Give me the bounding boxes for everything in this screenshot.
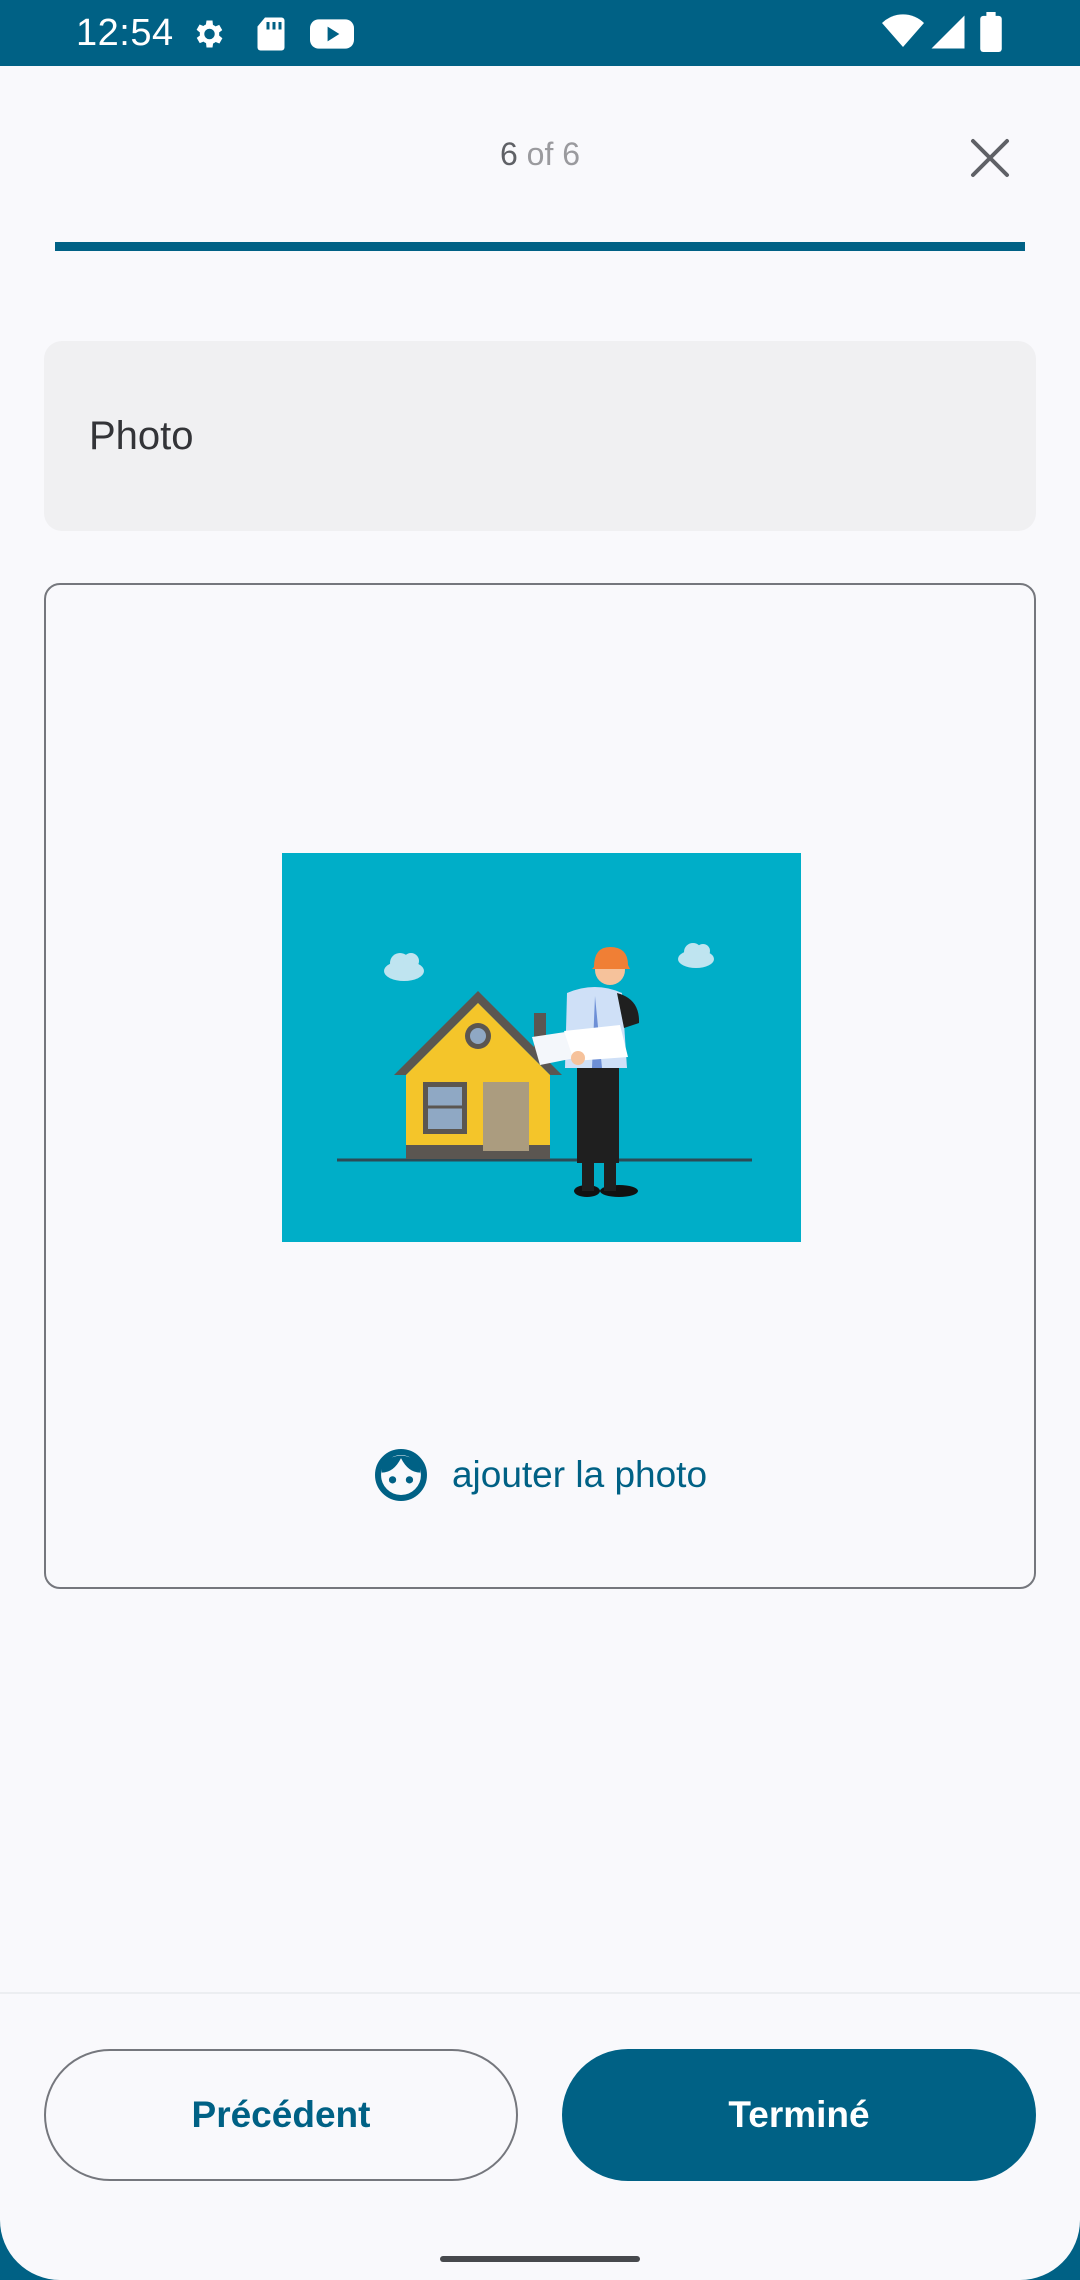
step-separator: of [526, 136, 554, 172]
step-counter: 6 of 6 [0, 136, 1080, 173]
progress-bar [55, 242, 1025, 251]
previous-button[interactable]: Précédent [44, 2049, 518, 2181]
home-indicator[interactable] [440, 2256, 640, 2262]
wifi-icon [882, 14, 924, 55]
add-photo-button[interactable]: ajouter la photo [46, 1440, 1033, 1510]
youtube-icon [310, 16, 354, 57]
footer-divider [0, 1992, 1080, 1994]
battery-icon [980, 12, 1002, 57]
face-icon [374, 1449, 427, 1501]
add-photo-label: ajouter la photo [451, 1454, 708, 1495]
done-button[interactable]: Terminé [562, 2049, 1036, 2181]
sd-card-icon [256, 16, 286, 57]
close-icon [971, 139, 1009, 177]
app-screen: 12:54 6 of 6 Photo ajouter la photo Préc… [0, 0, 1080, 2280]
progress-fill [55, 242, 1025, 251]
question-sheet: 6 of 6 Photo ajouter la photo Précédent … [0, 66, 1080, 2280]
step-current: 6 [499, 136, 518, 172]
close-button[interactable] [960, 128, 1020, 188]
step-total: 6 [562, 136, 581, 172]
status-time: 12:54 [76, 12, 174, 54]
gear-icon [190, 16, 226, 57]
status-bar: 12:54 [0, 0, 1080, 66]
question-card: Photo [44, 341, 1036, 531]
signal-icon [930, 14, 966, 55]
photo-field[interactable]: ajouter la photo [44, 583, 1036, 1589]
question-title: Photo [89, 414, 194, 458]
house-inspector-illustration [282, 853, 801, 1242]
